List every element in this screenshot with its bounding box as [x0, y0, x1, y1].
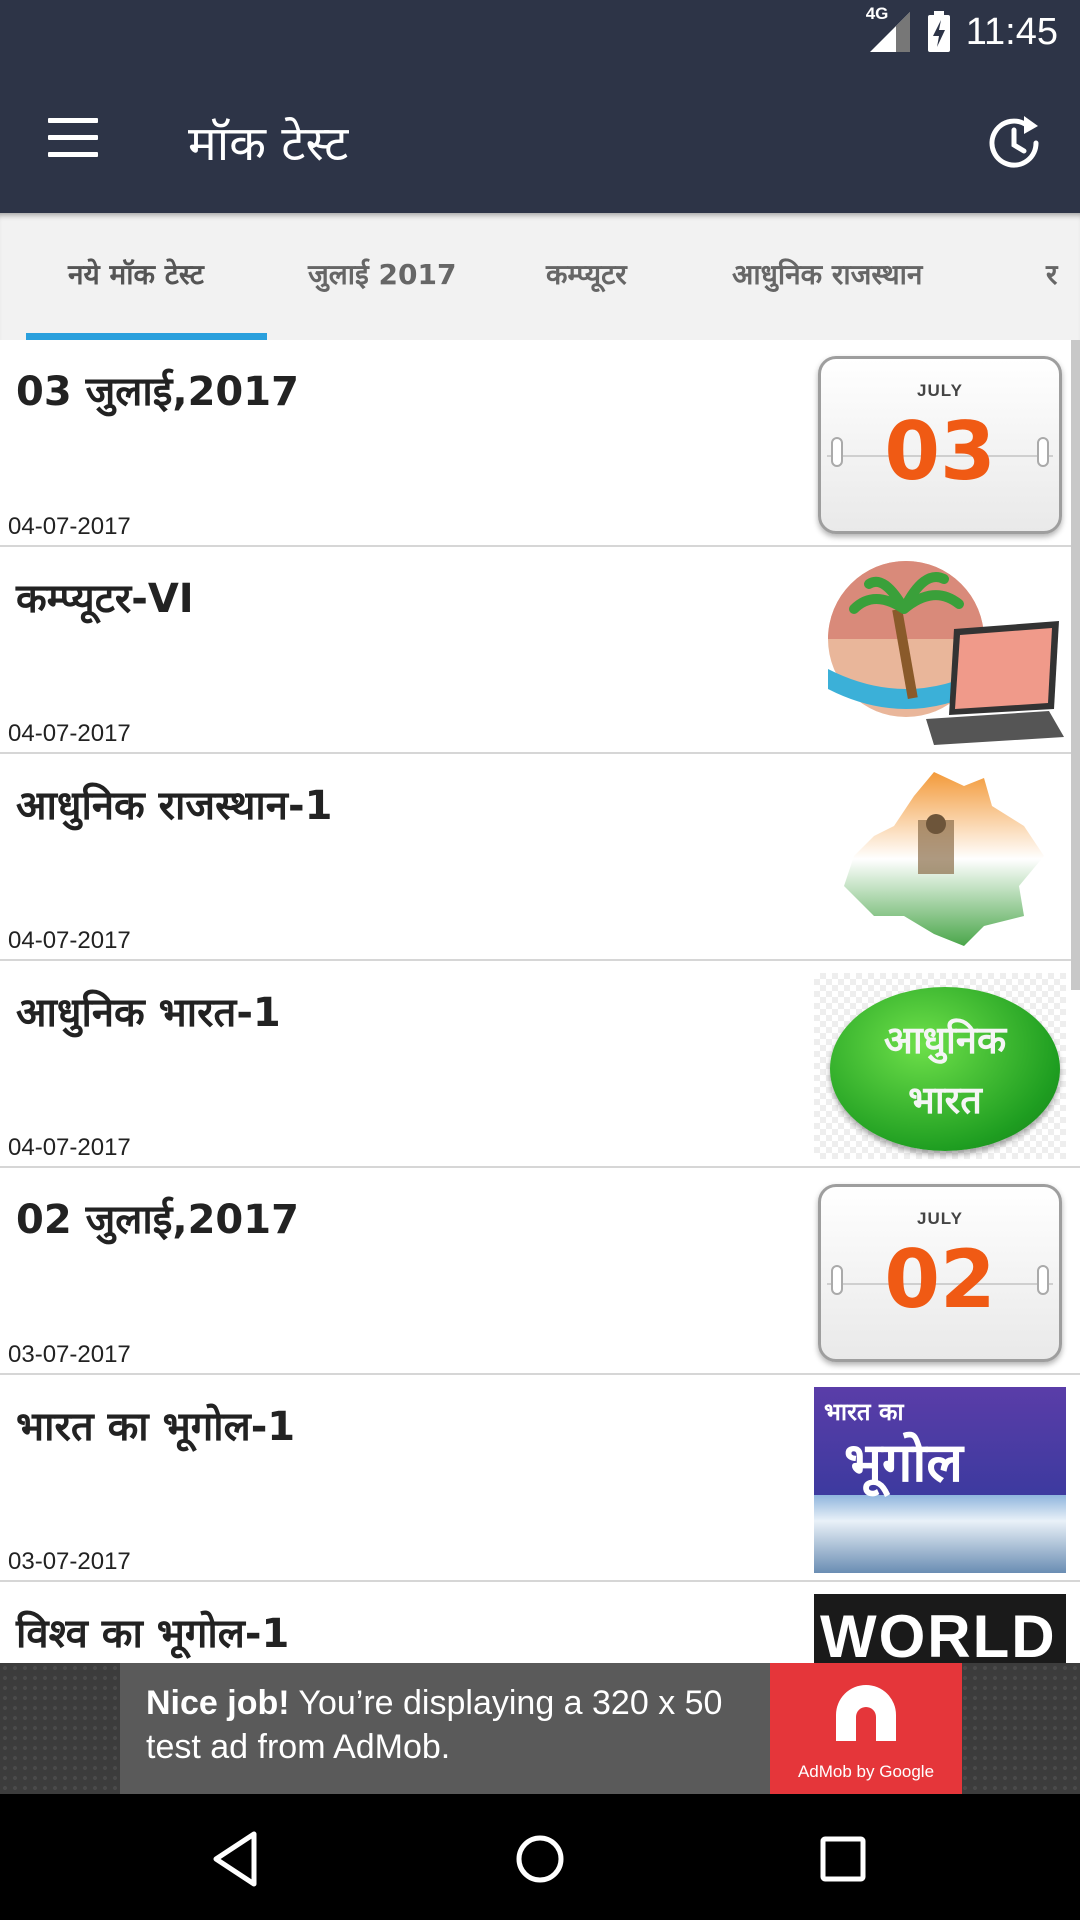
hamburger-icon	[38, 118, 108, 157]
item-title: 03 जुलाई,2017	[16, 369, 299, 415]
list-item[interactable]: 03 जुलाई,2017 04-07-2017 JULY 03	[0, 340, 1080, 547]
tab-modern-rajasthan[interactable]: आधुनिक राजस्थान	[732, 255, 922, 293]
admob-banner[interactable]: Nice job! You’re displaying a 320 x 50 t…	[120, 1663, 962, 1794]
list-item[interactable]: आधुनिक भारत-1 04-07-2017 आधुनिक भारत	[0, 961, 1080, 1168]
calendar-month: JULY	[917, 381, 963, 400]
modern-india-badge-icon: आधुनिक भारत	[814, 973, 1066, 1159]
ad-text: Nice job! You’re displaying a 320 x 50 t…	[146, 1681, 746, 1769]
calendar-month: JULY	[917, 1209, 963, 1228]
book-line-2: भूगोल	[844, 1431, 963, 1494]
admob-logo: AdMob by Google	[770, 1663, 962, 1794]
status-bar: 4G 11:45	[0, 0, 1080, 70]
recents-button[interactable]	[808, 1824, 878, 1894]
item-title: 02 जुलाई,2017	[16, 1197, 299, 1243]
list-item[interactable]: आधुनिक राजस्थान-1 04-07-2017	[0, 754, 1080, 961]
item-title: कम्प्यूटर-VI	[16, 576, 194, 622]
back-button[interactable]	[202, 1824, 272, 1894]
home-icon	[516, 1835, 564, 1883]
admob-icon	[836, 1685, 896, 1741]
item-title: भारत का भूगोल-1	[16, 1404, 296, 1450]
badge-line-2: भारत	[908, 1078, 982, 1122]
list-item[interactable]: भारत का भूगोल-1 03-07-2017 भारत का भूगोल	[0, 1375, 1080, 1582]
clock: 11:45	[965, 10, 1058, 53]
item-date: 04-07-2017	[8, 513, 131, 540]
tab-computer[interactable]: कम्प्यूटर	[546, 255, 627, 293]
history-icon	[989, 116, 1039, 168]
back-icon	[213, 1831, 257, 1887]
recents-icon	[820, 1836, 866, 1882]
tab-bar: नये मॉक टेस्ट जुलाई 2017 कम्प्यूटर आधुनि…	[0, 213, 1080, 340]
ad-container: Nice job! You’re displaying a 320 x 50 t…	[0, 1663, 1080, 1794]
system-nav-bar	[0, 1794, 1080, 1920]
item-title: आधुनिक राजस्थान-1	[16, 783, 333, 829]
calendar-icon: JULY 03	[814, 352, 1066, 538]
ad-bold-text: Nice job!	[146, 1684, 290, 1722]
history-button[interactable]	[980, 108, 1050, 178]
active-tab-indicator	[26, 333, 267, 340]
india-geography-book-icon: भारत का भूगोल	[814, 1387, 1066, 1573]
page-title: मॉक टेस्ट	[188, 116, 349, 172]
admob-logo-text: AdMob by Google	[797, 1762, 935, 1781]
list-item[interactable]: विश्व का भूगोल-1 WORLD	[0, 1582, 1080, 1663]
tab-more[interactable]: र	[1046, 255, 1057, 293]
battery-icon	[927, 11, 950, 52]
calendar-day: 03	[884, 405, 996, 498]
item-date: 04-07-2017	[8, 927, 131, 954]
list-item[interactable]: कम्प्यूटर-VI 04-07-2017	[0, 547, 1080, 754]
item-title: विश्व का भूगोल-1	[16, 1611, 290, 1657]
app-bar: मॉक टेस्ट	[0, 70, 1080, 213]
world-cover-text: WORLD	[820, 1603, 1057, 1663]
item-title: आधुनिक भारत-1	[16, 990, 281, 1036]
world-geography-book-icon: WORLD	[814, 1594, 1066, 1663]
signal-icon: 4G	[866, 4, 912, 54]
menu-button[interactable]	[38, 118, 108, 168]
badge-line-1: आधुनिक	[883, 1018, 1007, 1062]
item-date: 04-07-2017	[8, 720, 131, 747]
computer-icon	[814, 559, 1066, 745]
item-date: 03-07-2017	[8, 1341, 131, 1368]
item-date: 03-07-2017	[8, 1548, 131, 1575]
rajasthan-map-icon	[814, 766, 1066, 952]
network-type: 4G	[865, 4, 889, 23]
calendar-icon: JULY 02	[814, 1180, 1066, 1366]
mock-test-list: 03 जुलाई,2017 04-07-2017 JULY 03 कम्प्यू…	[0, 340, 1080, 1663]
home-button[interactable]	[505, 1824, 575, 1894]
scrollbar[interactable]	[1071, 340, 1080, 990]
item-date: 04-07-2017	[8, 1134, 131, 1161]
tab-new-mock-tests[interactable]: नये मॉक टेस्ट	[68, 255, 204, 293]
tab-july-2017[interactable]: जुलाई 2017	[308, 255, 456, 293]
list-item[interactable]: 02 जुलाई,2017 03-07-2017 JULY 02	[0, 1168, 1080, 1375]
calendar-day: 02	[884, 1233, 996, 1326]
